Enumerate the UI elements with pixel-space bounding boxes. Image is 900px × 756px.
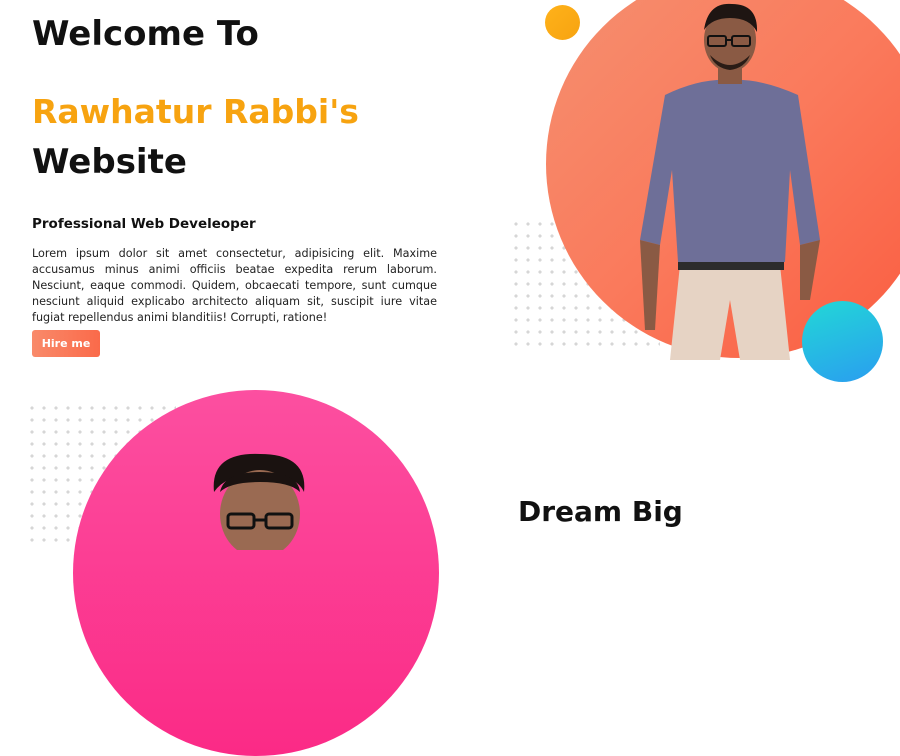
hire-me-button[interactable]: Hire me (32, 330, 100, 357)
about-photo (213, 453, 305, 550)
hero-description: Lorem ipsum dolor sit amet consectetur, … (32, 247, 437, 324)
yellow-decor-circle (545, 5, 580, 40)
hero-role: Professional Web Develeoper (32, 216, 256, 232)
hero-name-heading: Rawhatur Rabbi's (32, 92, 359, 131)
dream-big-heading: Dream Big (518, 495, 683, 528)
hero-website-heading: Website (32, 142, 187, 182)
hero-welcome-heading: Welcome To (32, 14, 259, 54)
teal-decor-circle (802, 301, 883, 382)
pink-decor-circle (73, 390, 439, 756)
profile-photo (640, 3, 820, 360)
